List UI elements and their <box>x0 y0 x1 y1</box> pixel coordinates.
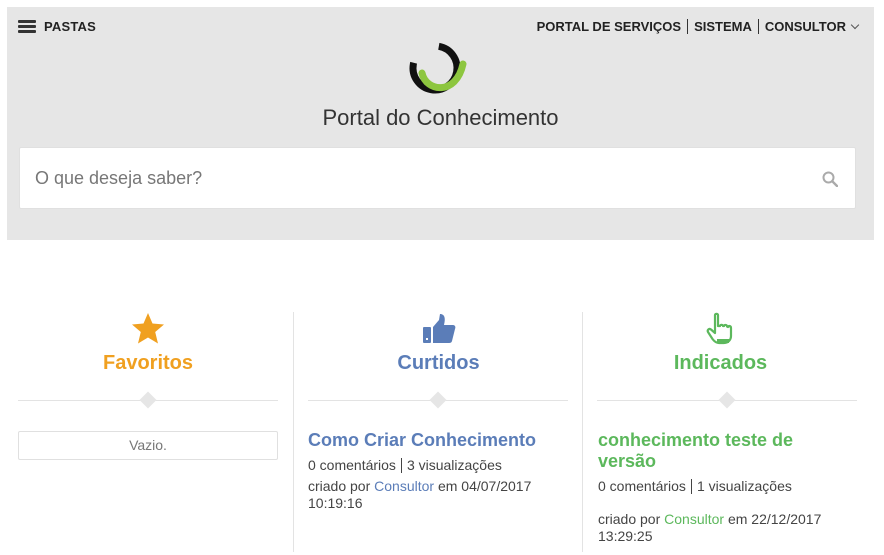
comments-count: 0 comentários <box>598 478 686 494</box>
article-created-info: criado por Consultor em 04/07/2017 10:19… <box>308 478 578 512</box>
nav-system[interactable]: SISTEMA <box>688 19 758 34</box>
favorites-section: Favoritos Vazio. <box>18 312 278 552</box>
article-stats: 0 comentários 3 visualizações <box>308 457 578 474</box>
stats-separator <box>690 479 692 494</box>
divider-diamond <box>139 391 157 409</box>
article-title-link[interactable]: conhecimento teste de versão <box>598 430 856 472</box>
liked-article: Como Criar Conhecimento 0 comentários 3 v… <box>308 430 578 512</box>
author-link[interactable]: Consultor <box>664 511 724 527</box>
views-count: 3 visualizações <box>406 457 502 473</box>
liked-title: Curtidos <box>397 352 480 374</box>
recommended-title: Indicados <box>673 352 768 374</box>
star-icon <box>132 313 164 344</box>
article-stats: 0 comentários 1 visualizações <box>598 478 856 495</box>
top-nav: PORTAL DE SERVIÇOS SISTEMA CONSULTOR <box>531 19 860 34</box>
nav-user-menu[interactable]: CONSULTOR <box>759 19 860 34</box>
author-link[interactable]: Consultor <box>374 478 434 494</box>
nav-service-portal[interactable]: PORTAL DE SERVIÇOS <box>531 19 687 34</box>
folders-menu-label[interactable]: PASTAS <box>44 19 96 34</box>
article-created-info: criado por Consultor em 22/12/2017 13:29… <box>598 511 856 545</box>
views-count: 1 visualizações <box>696 478 792 494</box>
hamburger-icon[interactable] <box>18 19 36 34</box>
search-input[interactable] <box>35 168 795 189</box>
search-box <box>19 147 856 209</box>
divider-diamond <box>718 391 736 409</box>
created-time: 10:19:16 <box>308 495 363 511</box>
created-by-label: criado por <box>598 511 661 527</box>
header: PASTAS PORTAL DE SERVIÇOS SISTEMA CONSUL… <box>7 7 874 240</box>
user-name[interactable]: CONSULTOR <box>765 19 846 34</box>
favorites-empty-state: Vazio. <box>18 431 278 460</box>
portal-logo <box>409 42 467 94</box>
folders-menu-button[interactable]: PASTAS <box>18 19 96 34</box>
created-date: em 04/07/2017 <box>437 478 532 494</box>
recommended-section: Indicados conhecimento teste de versão 0… <box>582 312 858 552</box>
article-title-link[interactable]: Como Criar Conhecimento <box>308 430 578 451</box>
liked-section: Curtidos Como Criar Conhecimento 0 comen… <box>293 312 583 552</box>
divider-diamond <box>429 391 447 409</box>
created-date: em 22/12/2017 <box>727 511 822 527</box>
comments-count: 0 comentários <box>308 457 396 473</box>
stats-separator <box>400 458 402 473</box>
pointing-hand-icon <box>706 312 732 345</box>
created-time: 13:29:25 <box>598 528 653 544</box>
favorites-title: Favoritos <box>102 352 194 374</box>
chevron-down-icon[interactable] <box>850 20 860 30</box>
created-by-label: criado por <box>308 478 371 494</box>
page-title: Portal do Conhecimento <box>322 105 559 130</box>
search-icon[interactable] <box>822 171 838 187</box>
thumbs-up-icon <box>422 314 455 343</box>
recommended-article: conhecimento teste de versão 0 comentári… <box>598 430 856 545</box>
